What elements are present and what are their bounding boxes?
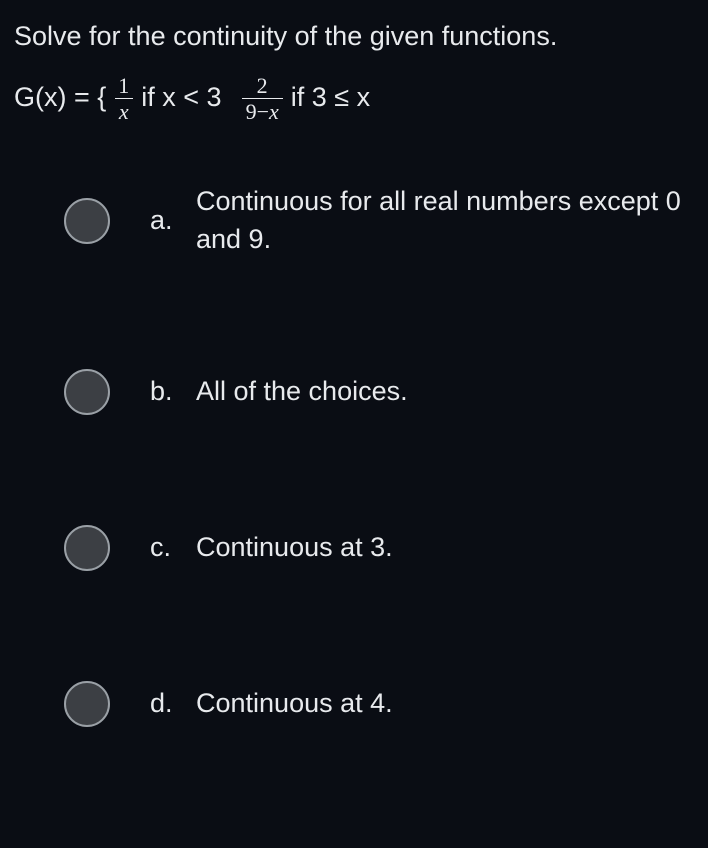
frac2-denominator: 9−x: [242, 98, 283, 123]
option-a-text: Continuous for all real numbers except 0…: [196, 183, 694, 259]
frac1-denominator: x: [115, 98, 133, 123]
option-b-text: All of the choices.: [196, 373, 694, 411]
radio-c[interactable]: [64, 525, 110, 571]
radio-b[interactable]: [64, 369, 110, 415]
option-b-letter: b.: [150, 373, 178, 411]
frac2-numerator: 2: [253, 74, 272, 98]
option-d-label: d. Continuous at 4.: [150, 685, 694, 723]
option-a-letter: a.: [150, 202, 178, 240]
option-d-text: Continuous at 4.: [196, 685, 694, 723]
fraction-1: 1 x: [114, 74, 133, 123]
options-list: a. Continuous for all real numbers excep…: [14, 183, 694, 727]
option-b-label: b. All of the choices.: [150, 373, 694, 411]
question-formula: G(x) = { 1 x if x < 3 2 9−x if 3 ≤ x: [14, 74, 694, 123]
formula-cond1: if x < 3: [141, 79, 221, 117]
option-c-label: c. Continuous at 3.: [150, 529, 694, 567]
option-c: c. Continuous at 3.: [64, 525, 694, 571]
formula-cond2: if 3 ≤ x: [291, 79, 370, 117]
frac1-numerator: 1: [114, 74, 133, 98]
option-b: b. All of the choices.: [64, 369, 694, 415]
question-prompt: Solve for the continuity of the given fu…: [14, 18, 694, 56]
fraction-2: 2 9−x: [242, 74, 283, 123]
option-d-letter: d.: [150, 685, 178, 723]
option-a: a. Continuous for all real numbers excep…: [64, 183, 694, 259]
option-c-letter: c.: [150, 529, 178, 567]
option-d: d. Continuous at 4.: [64, 681, 694, 727]
formula-lhs: G(x) = {: [14, 79, 106, 117]
option-c-text: Continuous at 3.: [196, 529, 694, 567]
radio-d[interactable]: [64, 681, 110, 727]
radio-a[interactable]: [64, 198, 110, 244]
option-a-label: a. Continuous for all real numbers excep…: [150, 183, 694, 259]
